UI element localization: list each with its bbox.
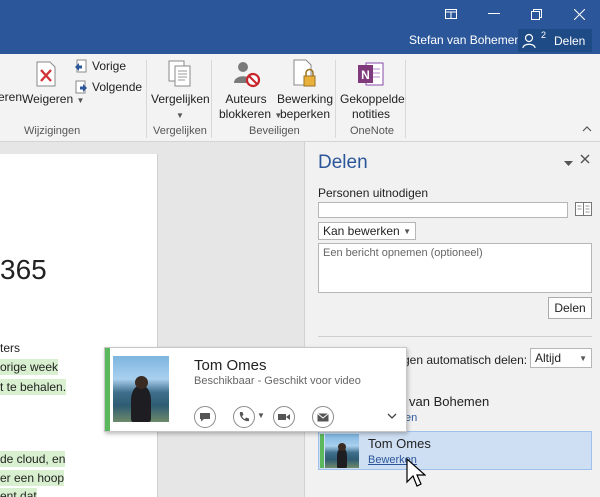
- share-button[interactable]: 2 Delen: [518, 29, 592, 52]
- document-line: ters: [0, 341, 21, 355]
- restore-icon[interactable]: [522, 3, 550, 25]
- close-icon[interactable]: [565, 3, 593, 25]
- video-icon: [278, 414, 290, 420]
- share-submit-button[interactable]: Delen: [548, 297, 592, 319]
- document-line: de cloud, en: [0, 451, 66, 467]
- document-line: t te behalen.: [0, 379, 67, 395]
- avatar-figure: [337, 448, 347, 468]
- expand-card-icon[interactable]: [387, 410, 397, 422]
- pane-options-icon[interactable]: [564, 156, 573, 170]
- chevron-down-icon[interactable]: ▼: [257, 411, 265, 420]
- reject-icon: [30, 58, 62, 90]
- avatar-head: [135, 376, 148, 389]
- person-name[interactable]: Tom Omes: [368, 436, 431, 451]
- minimize-icon[interactable]: [480, 3, 508, 25]
- pane-title: Delen: [318, 152, 368, 173]
- auto-share-value: Altijd: [535, 351, 562, 365]
- group-label-protect: Beveiligen: [249, 125, 300, 137]
- previous-icon: [75, 59, 87, 73]
- contact-photo: [113, 356, 169, 422]
- next-change-button[interactable]: Volgende: [74, 80, 142, 94]
- ribbon-separator: [211, 60, 212, 138]
- email-button[interactable]: [312, 406, 334, 428]
- block-authors-label-2: blokkeren: [219, 107, 272, 121]
- linked-notes-label-1: Gekoppelde: [340, 92, 405, 106]
- avatar-head: [338, 443, 346, 451]
- mouse-cursor-icon: [406, 457, 427, 491]
- svg-text:N: N: [361, 68, 370, 82]
- group-label-changes: Wijzigingen: [24, 125, 81, 137]
- chat-icon: [200, 413, 210, 422]
- message-textarea[interactable]: Een bericht opnemen (optioneel): [318, 243, 592, 293]
- block-authors-icon: [230, 58, 262, 90]
- linked-notes-button[interactable]: N Gekoppelde notities: [340, 58, 405, 122]
- group-label-compare: Vergelijken: [153, 125, 207, 137]
- compare-button[interactable]: Vergelijken ▼: [151, 58, 210, 123]
- call-button[interactable]: [233, 406, 255, 428]
- im-button[interactable]: [194, 406, 216, 428]
- pane-close-icon[interactable]: [580, 153, 590, 167]
- chevron-down-icon: ▼: [176, 111, 184, 120]
- linked-notes-label-2: notities: [351, 107, 391, 121]
- document-line: ent dat: [0, 488, 37, 497]
- restrict-editing-button[interactable]: Bewerking beperken: [277, 58, 333, 122]
- share-button-label: Delen: [554, 33, 586, 48]
- restrict-editing-label-2: beperken: [279, 107, 331, 121]
- video-button[interactable]: [273, 406, 295, 428]
- mail-icon: [317, 412, 329, 421]
- avatar[interactable]: [325, 434, 359, 468]
- person-name[interactable]: van Bohemen: [409, 394, 489, 409]
- ribbon-separator: [335, 60, 336, 138]
- presence-indicator: [320, 434, 324, 468]
- contact-card: Tom Omes Beschikbaar - Geschikt voor vid…: [104, 347, 407, 432]
- reject-label: Weigeren: [22, 92, 74, 106]
- previous-label: Vorige: [92, 59, 127, 73]
- person-row-selected[interactable]: [318, 431, 592, 470]
- next-icon: [75, 80, 87, 94]
- phone-icon: [239, 412, 249, 422]
- restrict-editing-label-1: Bewerking: [277, 92, 334, 106]
- ribbon-separator: [146, 60, 147, 138]
- reject-button[interactable]: Weigeren ▼: [22, 58, 84, 108]
- previous-change-button[interactable]: Vorige: [74, 59, 126, 73]
- accept-button[interactable]: eren: [0, 90, 22, 105]
- chevron-down-icon: ▼: [76, 96, 85, 105]
- block-authors-label-1: Auteurs: [225, 92, 267, 106]
- collapse-ribbon-icon[interactable]: [582, 124, 592, 135]
- group-label-onenote: OneNote: [350, 125, 395, 137]
- invite-label: Personen uitnodigen: [318, 186, 429, 200]
- permission-value: Kan bewerken: [323, 224, 400, 238]
- signed-in-user[interactable]: Stefan van Bohemen: [409, 33, 521, 47]
- document-line: er een hoop: [0, 470, 65, 486]
- auto-share-select[interactable]: Altijd ▼: [530, 348, 592, 368]
- permission-select[interactable]: Kan bewerken ▼: [318, 222, 416, 240]
- document-line: orige week: [0, 359, 59, 375]
- document-area: 365 ters orige week t te behalen. de clo…: [0, 142, 304, 497]
- onenote-icon: N: [355, 58, 387, 90]
- auto-share-label: gen automatisch delen:: [403, 353, 528, 367]
- presence-indicator: [105, 348, 110, 431]
- invite-input[interactable]: [318, 202, 568, 218]
- compare-icon: [164, 58, 196, 90]
- contact-name: Tom Omes: [194, 357, 267, 374]
- address-book-icon[interactable]: [575, 202, 592, 219]
- contact-status: Beschikbaar - Geschikt voor video: [194, 375, 361, 387]
- next-label: Volgende: [92, 80, 143, 94]
- ribbon-separator: [405, 60, 406, 138]
- avatar-figure: [131, 386, 151, 422]
- restrict-editing-icon: [289, 58, 321, 90]
- chevron-down-icon: ▼: [403, 226, 411, 236]
- document-heading: 365: [0, 254, 47, 285]
- document-page[interactable]: 365 ters orige week t te behalen. de clo…: [0, 154, 158, 497]
- title-bar: Stefan van Bohemen 2 Delen: [0, 0, 600, 54]
- share-count-badge: 2: [541, 30, 547, 40]
- compare-label: Vergelijken: [151, 92, 210, 106]
- block-authors-button[interactable]: Auteurs blokkeren ▼: [219, 58, 282, 123]
- chevron-down-icon: ▼: [579, 353, 587, 363]
- ribbon: eren Weigeren ▼ Vorige Volgende Wijzigin…: [0, 54, 600, 142]
- ribbon-display-options-icon[interactable]: [437, 3, 465, 25]
- pane-divider: [318, 336, 592, 337]
